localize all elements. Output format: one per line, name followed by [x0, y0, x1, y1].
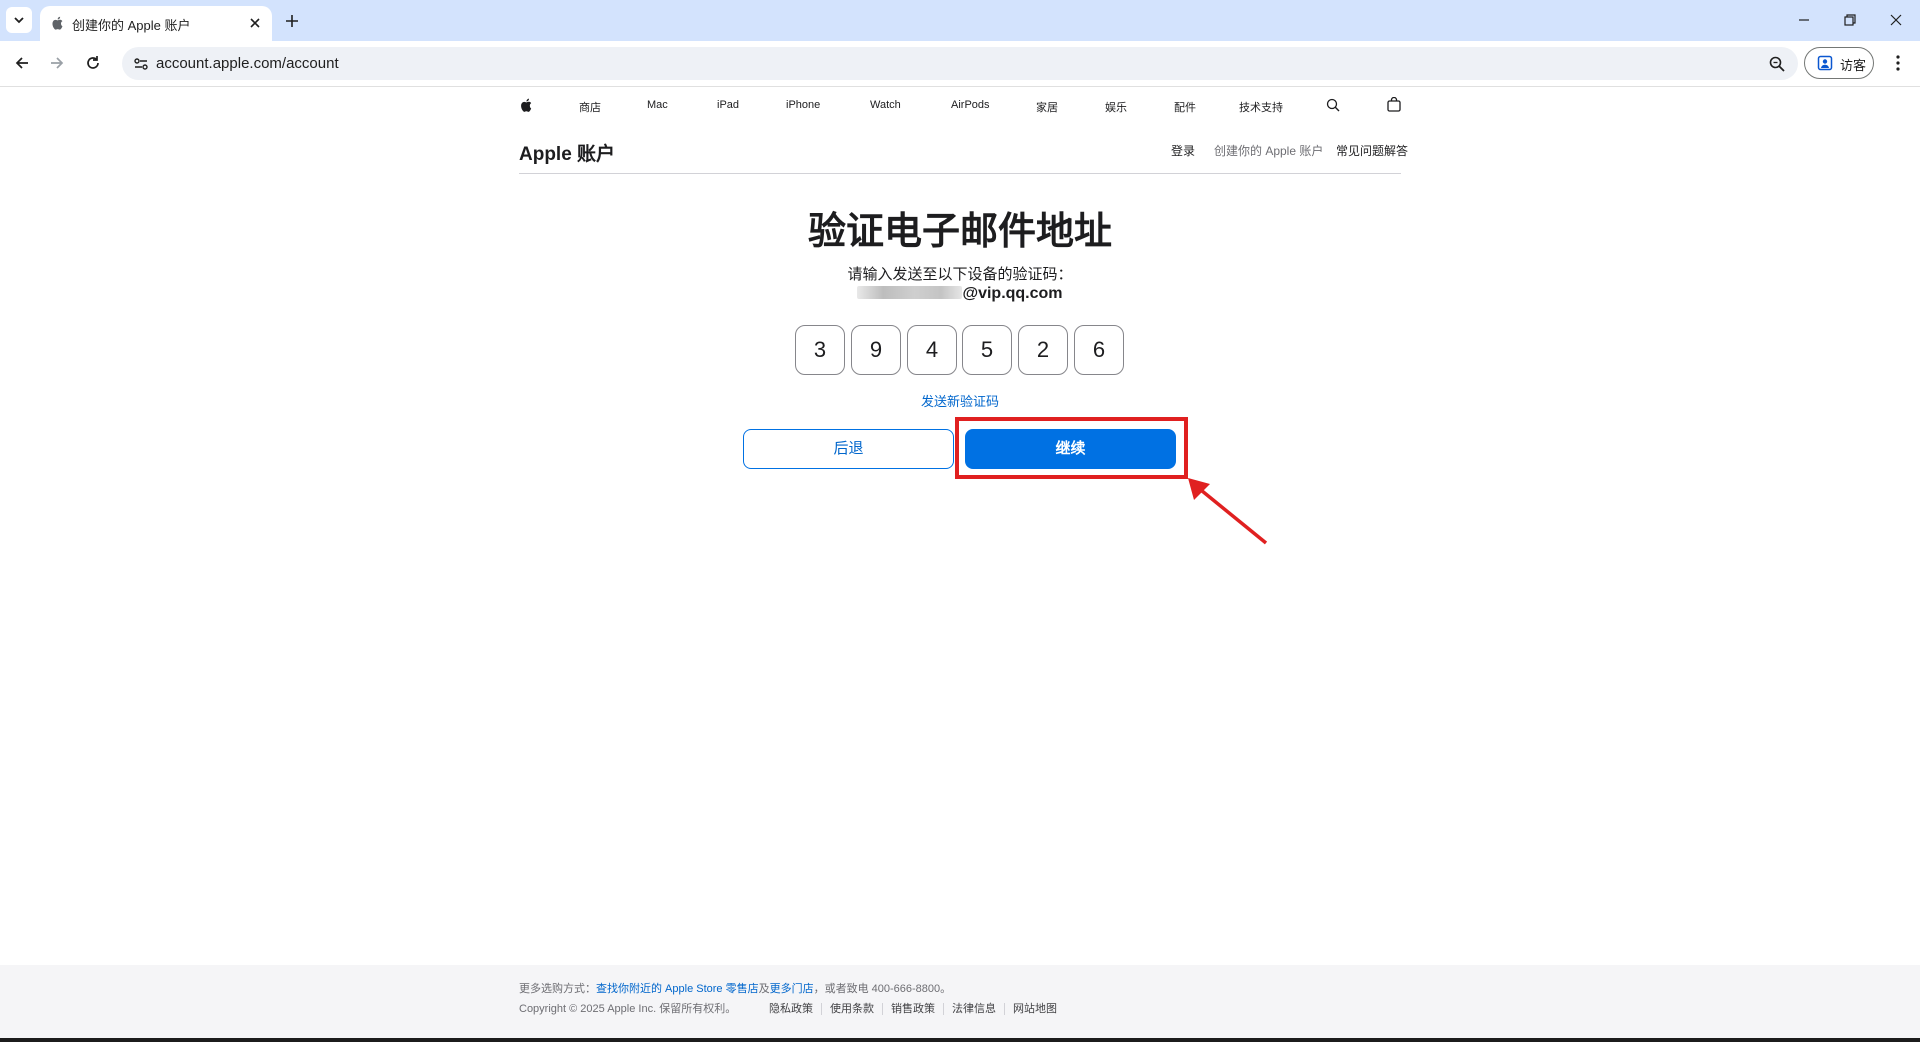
- gnav-accessories[interactable]: 配件: [1174, 99, 1196, 115]
- zoom-icon[interactable]: [1768, 55, 1786, 73]
- apple-logo-icon[interactable]: [519, 97, 533, 113]
- terms-link[interactable]: 使用条款: [822, 1003, 883, 1015]
- close-icon[interactable]: [248, 16, 262, 30]
- gnav-watch[interactable]: Watch: [870, 99, 901, 111]
- redacted-email-prefix: [857, 286, 963, 299]
- restore-button[interactable]: [1838, 8, 1862, 32]
- sitemap-link[interactable]: 网站地图: [1005, 1003, 1065, 1015]
- copyright: Copyright © 2025 Apple Inc. 保留所有权利。: [519, 1003, 737, 1015]
- footer-more-ways: 更多选购方式：查找你附近的 Apple Store 零售店及更多门店，或者致电 …: [519, 980, 951, 996]
- privacy-link[interactable]: 隐私政策: [769, 1003, 822, 1015]
- close-icon: [1890, 14, 1902, 26]
- and-text: 及: [758, 983, 770, 995]
- back-button[interactable]: [10, 51, 34, 75]
- close-window-button[interactable]: [1884, 8, 1908, 32]
- code-digit-3[interactable]: 4: [907, 325, 957, 375]
- reload-button[interactable]: [81, 51, 105, 75]
- address-bar[interactable]: account.apple.com/account: [122, 47, 1798, 80]
- gnav-ipad[interactable]: iPad: [717, 99, 739, 111]
- find-store-link[interactable]: 查找你附近的 Apple Store 零售店: [596, 983, 759, 995]
- code-digit-6[interactable]: 6: [1074, 325, 1124, 375]
- resend-code-link[interactable]: 发送新验证码: [0, 391, 1920, 410]
- call-text: ，或者致电 400-666-8800。: [813, 983, 952, 995]
- taskbar-edge: [0, 1038, 1920, 1042]
- gnav-iphone[interactable]: iPhone: [786, 99, 820, 111]
- url-text[interactable]: account.apple.com/account: [156, 55, 339, 72]
- browser-toolbar: account.apple.com/account 访客: [0, 41, 1920, 87]
- forward-button[interactable]: [45, 51, 69, 75]
- annotation-highlight-box: [955, 417, 1188, 479]
- tab-title: 创建你的 Apple 账户: [72, 18, 191, 33]
- browser-tab-strip: 创建你的 Apple 账户: [0, 0, 1920, 41]
- more-ways-prefix: 更多选购方式：: [519, 983, 596, 995]
- bag-icon[interactable]: [1387, 97, 1401, 112]
- gnav-mac[interactable]: Mac: [647, 99, 668, 111]
- more-stores-link[interactable]: 更多门店: [770, 983, 814, 995]
- account-local-nav: Apple 账户 登录 创建你的 Apple 账户 常见问题解答: [519, 130, 1408, 174]
- annotation-arrow-icon: [1188, 478, 1268, 545]
- verify-instruction: 请输入发送至以下设备的验证码：: [847, 266, 1073, 283]
- chevron-down-icon: [14, 17, 24, 24]
- signin-link[interactable]: 登录: [1171, 142, 1195, 159]
- browser-tab-active[interactable]: 创建你的 Apple 账户: [40, 6, 272, 41]
- create-account-link[interactable]: 创建你的 Apple 账户: [1214, 142, 1323, 159]
- code-digit-2[interactable]: 9: [851, 325, 901, 375]
- guest-profile-button[interactable]: 访客: [1804, 47, 1874, 79]
- minimize-button[interactable]: [1792, 8, 1816, 32]
- code-digit-1[interactable]: 3: [795, 325, 845, 375]
- site-settings-icon[interactable]: [132, 55, 150, 73]
- restore-icon: [1844, 14, 1856, 26]
- page-footer: 更多选购方式：查找你附近的 Apple Store 零售店及更多门店，或者致电 …: [0, 965, 1920, 1042]
- verify-email-heading: 验证电子邮件地址: [807, 211, 1112, 253]
- code-digit-4[interactable]: 5: [962, 325, 1012, 375]
- reload-icon: [87, 56, 99, 69]
- gnav-store[interactable]: 商店: [579, 99, 601, 115]
- sales-policy-link[interactable]: 销售政策: [883, 1003, 944, 1015]
- apple-logo-icon: [52, 16, 63, 30]
- resend-code-label[interactable]: 发送新验证码: [921, 394, 999, 409]
- page-title[interactable]: Apple 账户: [519, 139, 615, 166]
- back-button[interactable]: 后退: [743, 429, 954, 469]
- apple-global-nav: 商店 Mac iPad iPhone Watch AirPods 家居 娱乐 配…: [519, 86, 1401, 126]
- browser-menu-button[interactable]: [1886, 51, 1910, 75]
- legal-link[interactable]: 法律信息: [944, 1003, 1005, 1015]
- minimize-icon: [1799, 19, 1809, 21]
- more-vert-icon: [1896, 55, 1900, 71]
- gnav-support[interactable]: 技术支持: [1239, 99, 1283, 115]
- masked-email: @vip.qq.com: [0, 285, 1920, 303]
- person-icon: [1817, 55, 1833, 71]
- footer-legal-links: 隐私政策 使用条款 销售政策 法律信息 网站地图: [769, 1000, 1065, 1016]
- gnav-airpods[interactable]: AirPods: [951, 99, 990, 111]
- email-suffix: @vip.qq.com: [962, 285, 1063, 302]
- guest-label: 访客: [1840, 58, 1867, 73]
- gnav-entertainment[interactable]: 娱乐: [1105, 99, 1127, 115]
- plus-icon[interactable]: [282, 11, 302, 31]
- faq-link[interactable]: 常见问题解答: [1336, 142, 1408, 159]
- arrow-right-icon: [51, 57, 64, 69]
- arrow-left-icon: [15, 57, 28, 69]
- gnav-home[interactable]: 家居: [1036, 99, 1058, 115]
- code-digit-5[interactable]: 2: [1018, 325, 1068, 375]
- search-icon[interactable]: [1326, 98, 1340, 112]
- tab-search-button[interactable]: [6, 7, 32, 33]
